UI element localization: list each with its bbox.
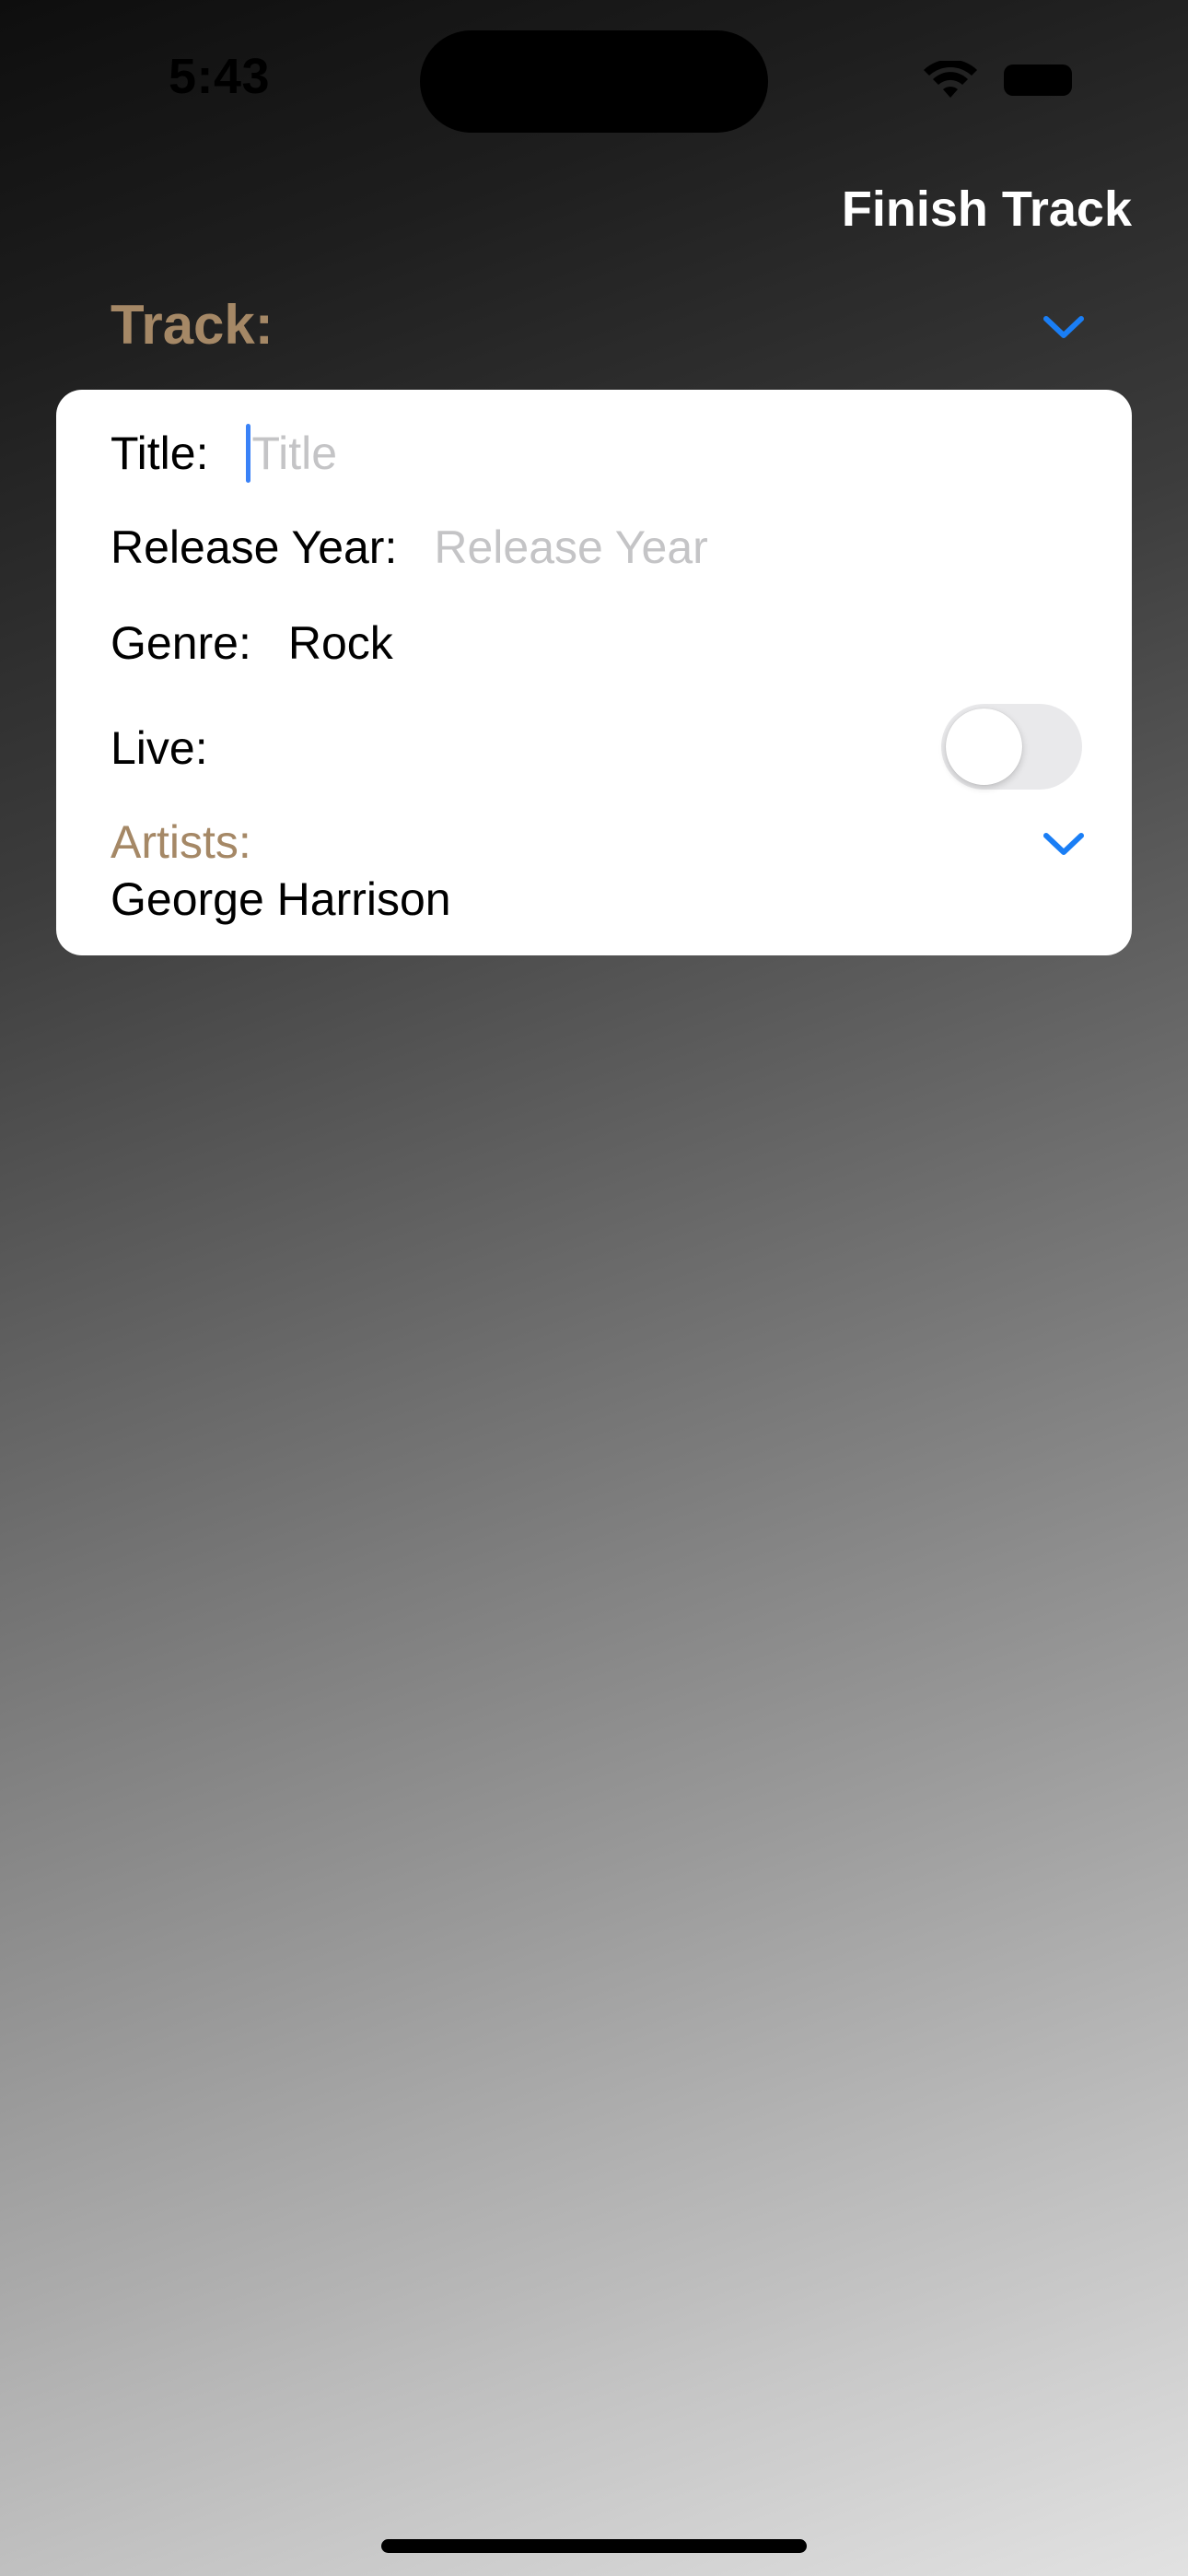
title-row: Title: Title bbox=[111, 417, 337, 489]
genre-row: Genre: Rock bbox=[111, 607, 393, 679]
artists-label: Artists: bbox=[111, 816, 251, 868]
battery-icon bbox=[1004, 64, 1072, 96]
release-year-row: Release Year: Release Year bbox=[111, 511, 708, 583]
genre-label: Genre: bbox=[111, 617, 251, 669]
status-time: 5:43 bbox=[169, 49, 271, 104]
chevron-down-icon[interactable] bbox=[1041, 830, 1087, 858]
home-indicator[interactable] bbox=[381, 2539, 807, 2553]
live-row: Live: bbox=[111, 712, 245, 784]
artist-name[interactable]: George Harrison bbox=[111, 872, 451, 926]
release-year-input[interactable]: Release Year bbox=[434, 521, 707, 574]
chevron-down-icon[interactable] bbox=[1041, 313, 1087, 341]
finish-track-button[interactable]: Finish Track bbox=[842, 181, 1132, 238]
dynamic-island bbox=[420, 30, 768, 133]
release-year-label: Release Year: bbox=[111, 521, 398, 573]
genre-picker[interactable]: Rock bbox=[288, 616, 393, 670]
toggle-knob bbox=[946, 708, 1022, 785]
title-placeholder: Title bbox=[251, 427, 338, 479]
live-toggle[interactable] bbox=[941, 704, 1082, 790]
track-section-title: Track: bbox=[111, 294, 274, 356]
text-cursor bbox=[245, 424, 250, 483]
title-input[interactable]: Title bbox=[245, 424, 338, 483]
track-form-card: Title: Title Release Year: Release Year … bbox=[56, 390, 1132, 955]
wifi-icon bbox=[924, 61, 977, 98]
live-label: Live: bbox=[111, 722, 208, 774]
title-label: Title: bbox=[111, 427, 209, 479]
